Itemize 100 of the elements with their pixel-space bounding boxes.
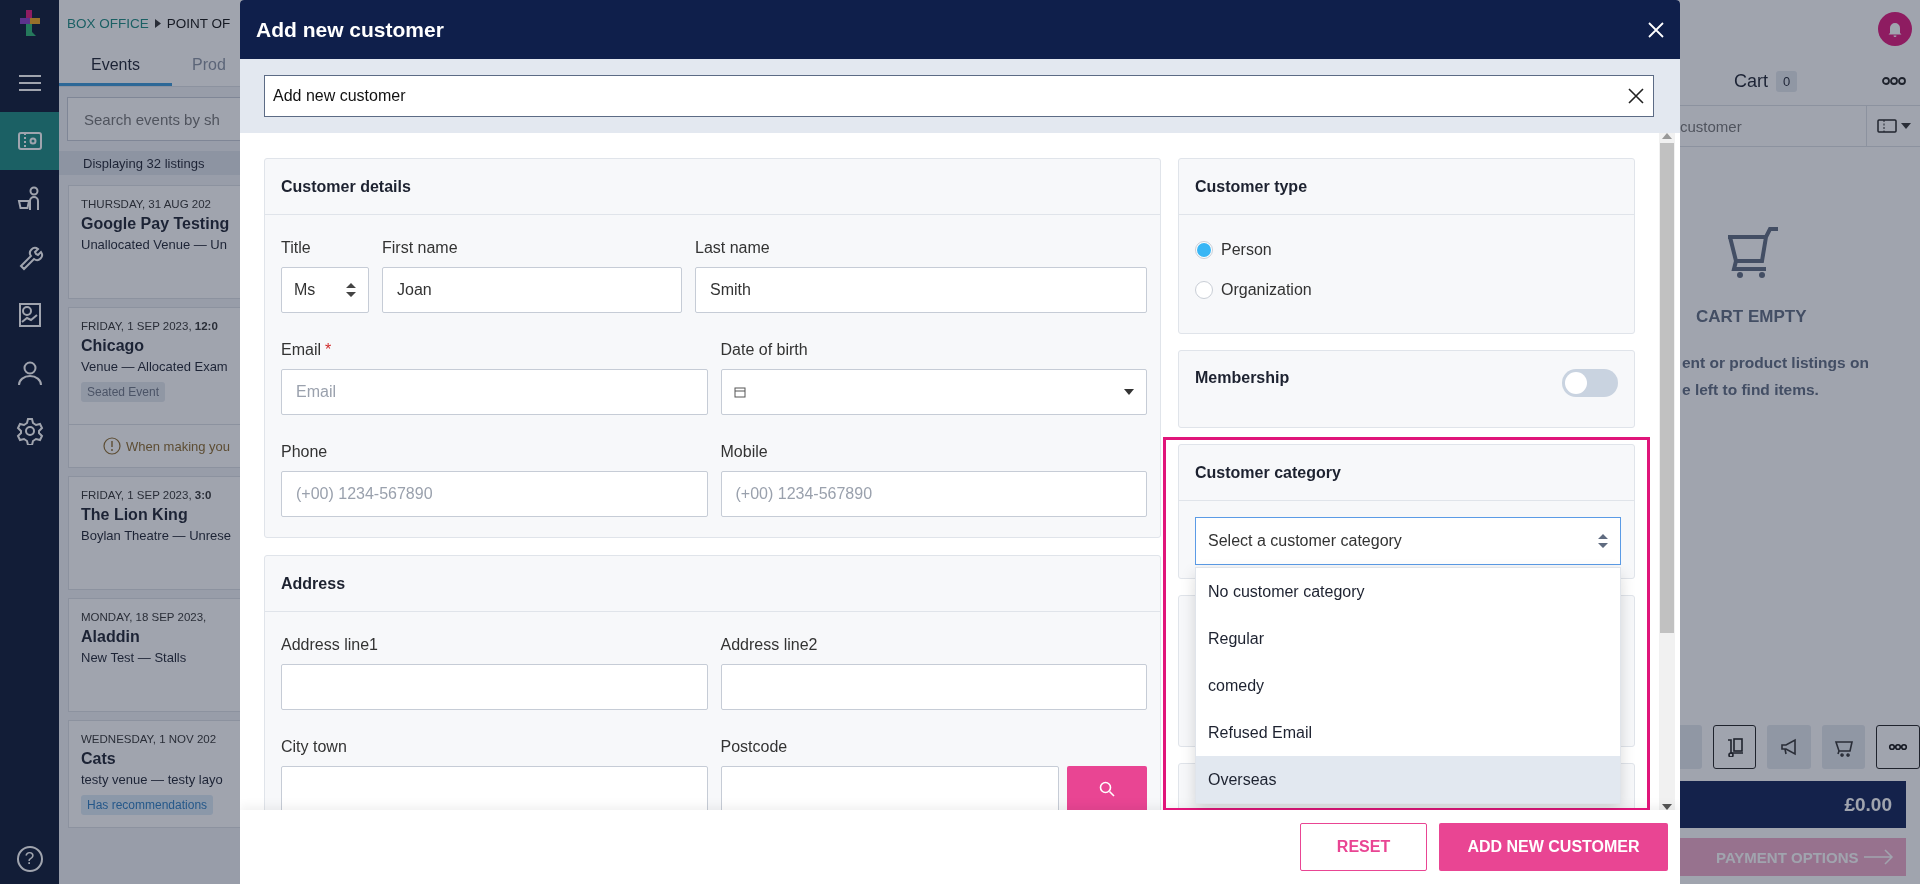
date-field[interactable]: [720, 369, 1147, 415]
search-icon: [1099, 781, 1115, 797]
input-field[interactable]: [281, 664, 708, 710]
close-button[interactable]: [1648, 21, 1664, 38]
field-label: Address line2: [720, 636, 818, 654]
event-date: MONDAY, 18 SEP 2023,: [81, 611, 208, 623]
event-tag: Has recommendations: [81, 795, 214, 815]
settings-icon: [15, 417, 44, 445]
card-title: Customer type: [1179, 159, 1634, 215]
event-title: Google Pay Testing: [81, 215, 231, 233]
dropdown-option[interactable]: comedy: [1196, 662, 1620, 709]
sort-arrows-icon: [346, 283, 356, 297]
scrollbar[interactable]: [1659, 133, 1675, 810]
warning-circle-icon: [103, 437, 121, 455]
submit-button[interactable]: ADD NEW CUSTOMER: [1439, 823, 1668, 871]
help-button[interactable]: ?: [16, 846, 43, 872]
cart-empty-title: CART EMPTY: [1696, 307, 1808, 327]
field-label: Phone: [281, 443, 328, 461]
logo-icon: [19, 10, 40, 36]
field-label: Postcode: [720, 738, 788, 756]
ticket-icon: [1876, 119, 1897, 133]
event-venue: Boylan Theatre — Unrese: [81, 528, 233, 543]
customer-search-field[interactable]: Add new customer: [264, 75, 1654, 117]
field-label: Last name: [695, 239, 770, 257]
input-field[interactable]: (+00) 1234-567890: [720, 471, 1147, 517]
event-date: THURSDAY, 31 AUG 202: [81, 198, 212, 210]
cart-icon: [1726, 227, 1780, 279]
field-label: City town: [281, 738, 347, 756]
field-label: Email: [281, 341, 321, 359]
dialog-title: Add new customer: [256, 17, 444, 42]
radio-option[interactable]: Person: [1195, 241, 1618, 259]
event-card[interactable]: THURSDAY, 31 AUG 202 Google Pay Testing Unallocated Venue — Un: [68, 185, 240, 299]
toolbar-button[interactable]: [1712, 725, 1757, 769]
input-field[interactable]: (+00) 1234-567890: [281, 471, 708, 517]
dropdown-option[interactable]: Refused Email: [1196, 709, 1620, 756]
input-field[interactable]: [720, 664, 1147, 710]
caret-icon: [1900, 123, 1911, 129]
menu-icon: [18, 75, 41, 91]
field-label: Date of birth: [720, 341, 808, 359]
card-title: Address: [265, 556, 1160, 612]
radio-option[interactable]: Organization: [1195, 281, 1618, 299]
dropdown-option[interactable]: No customer category: [1196, 568, 1620, 615]
more-icon: [1882, 76, 1906, 86]
close-icon: [1628, 88, 1644, 104]
field-label: Title: [281, 239, 311, 257]
nav-item[interactable]: [0, 112, 59, 170]
event-tag: Seated Event: [81, 382, 166, 402]
cart-empty-message: ent or product listings on: [1682, 353, 1870, 373]
input-field[interactable]: Email: [281, 369, 708, 415]
search-field[interactable]: Search events by sh: [67, 97, 240, 141]
reset-button[interactable]: RESET: [1300, 823, 1427, 871]
field-label: First name: [382, 239, 458, 257]
title-select[interactable]: Ms: [281, 267, 369, 313]
cart-total: £0.00: [1680, 781, 1906, 828]
cart-count: 0: [1776, 70, 1798, 92]
card-title: Customer details: [265, 159, 1160, 215]
event-venue: Unallocated Venue — Un: [81, 237, 228, 252]
cart-empty-message: e left to find items.: [1682, 380, 1820, 400]
event-card[interactable]: WEDNESDAY, 1 NOV 202 Cats testy venue — testy layo Has recommendations: [68, 720, 240, 828]
listing-count: Displaying 32 listings: [59, 151, 240, 175]
toolbar-button[interactable]: [1767, 725, 1811, 769]
event-card[interactable]: FRIDAY, 1 SEP 2023, 12:0 Chicago Venue — Allocated Exam Seated Event When making you: [68, 307, 240, 468]
event-venue: testy venue — testy layo: [81, 772, 224, 787]
input-field[interactable]: Smith: [695, 267, 1147, 313]
scroll-down-icon: [1662, 804, 1672, 810]
event-title: Aladdin: [81, 628, 141, 646]
dropdown-option[interactable]: Regular: [1196, 615, 1620, 662]
required-mark: *: [325, 341, 332, 359]
toggle-switch[interactable]: [1562, 369, 1618, 397]
tab[interactable]: Events: [59, 46, 172, 86]
sort-arrows-icon: [1598, 534, 1608, 548]
arrow-right-icon: [1864, 849, 1894, 865]
input-field[interactable]: Joan: [382, 267, 682, 313]
input-field[interactable]: [720, 766, 1059, 810]
calendar-icon: [733, 386, 746, 398]
caret-right-icon: [154, 18, 161, 28]
event-title: Chicago: [81, 337, 146, 355]
event-date: FRIDAY, 1 SEP 2023, 3:0: [81, 489, 213, 501]
category-select[interactable]: Select a customer category: [1195, 517, 1621, 565]
input-field[interactable]: [281, 766, 708, 810]
event-card[interactable]: FRIDAY, 1 SEP 2023, 3:0 The Lion King Boylan Theatre — Unrese: [68, 476, 240, 590]
toolbar-button[interactable]: [1876, 725, 1920, 769]
event-card[interactable]: MONDAY, 18 SEP 2023, Aladdin New Test — Stalls: [68, 598, 240, 712]
event-date: WEDNESDAY, 1 NOV 202: [81, 733, 218, 745]
bell-icon: [1887, 20, 1903, 37]
card-title: Membership: [1195, 369, 1290, 387]
notice-text: When making you: [126, 438, 231, 454]
close-icon: [1648, 21, 1664, 38]
dropdown-option[interactable]: Overseas: [1196, 756, 1620, 803]
cart-title: Cart: [1734, 70, 1768, 92]
notification-button[interactable]: [1878, 11, 1912, 46]
event-title: Cats: [81, 750, 117, 768]
event-date: FRIDAY, 1 SEP 2023, 12:0: [81, 320, 219, 332]
caret-icon: [1124, 389, 1134, 395]
user-icon: [15, 359, 44, 387]
toolbar-button[interactable]: [1821, 725, 1866, 769]
card-title: Customer category: [1179, 445, 1634, 501]
event-title: The Lion King: [81, 506, 189, 524]
breadcrumb-current: POINT OF: [166, 15, 231, 31]
event-venue: New Test — Stalls: [81, 650, 188, 665]
